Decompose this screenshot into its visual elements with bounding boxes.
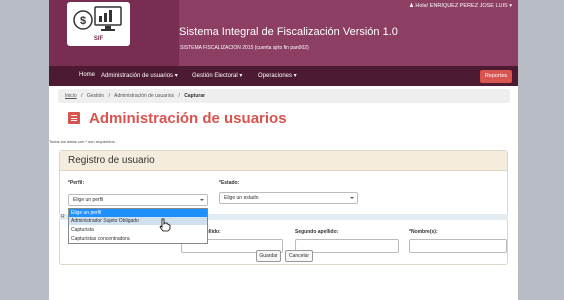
perfil-dropdown-list: Elige un perfil Administrador Sujeto Obl… [68, 208, 208, 244]
reportes-button[interactable]: Reportes [480, 70, 512, 83]
guardar-button[interactable]: Guardar [256, 250, 281, 262]
svg-text:$: $ [80, 15, 86, 27]
chevron-down-icon [350, 197, 354, 199]
perfil-select[interactable]: Elige un perfil [68, 194, 208, 206]
perfil-option[interactable]: Capturista [69, 226, 207, 234]
nombres-input[interactable] [409, 239, 507, 253]
panel-header: Registro de usuario [60, 151, 507, 171]
breadcrumb-gestion[interactable]: Gestión [87, 93, 104, 99]
breadcrumb-admin[interactable]: Administración de usuarios [114, 93, 174, 99]
page-title: Administración de usuarios [89, 110, 287, 127]
nombres-label: *Nombre(s): [409, 229, 438, 235]
required-note: Todos los datos con * son requeridos. [49, 139, 116, 144]
estado-select[interactable]: Elige un estado [219, 192, 358, 204]
cancelar-button[interactable]: Cancelar [285, 250, 313, 262]
coin-monitor-icon: $ [73, 6, 122, 31]
sif-logo: $ SIF [67, 2, 130, 46]
breadcrumb-sep: / [108, 93, 110, 99]
breadcrumb-current: Capturar [184, 93, 206, 99]
perfil-label: *Perfil: [68, 180, 85, 186]
nav-admin-usuarios[interactable]: Administración de usuarios ▾ [101, 72, 178, 79]
perfil-option[interactable]: Elige un perfil [69, 209, 207, 217]
perfil-option[interactable]: Capturistas concentradora [69, 235, 207, 243]
breadcrumb-sep: / [178, 93, 180, 99]
perfil-option[interactable]: Administrador Sujeto Obligado [69, 217, 207, 225]
nav-gestion-electoral[interactable]: Gestión Electoral ▾ [192, 72, 242, 79]
user-icon: ♟ [408, 3, 414, 9]
breadcrumb-sep: / [81, 93, 83, 99]
list-icon [68, 112, 80, 124]
breadcrumb: Inicio / Gestión / Administración de usu… [58, 89, 510, 103]
estado-label: *Estado: [219, 180, 240, 186]
logo-text: SIF [93, 36, 104, 42]
hand-cursor-icon [159, 218, 171, 232]
nav-operaciones[interactable]: Operaciones ▾ [258, 72, 297, 79]
header: $ SIF Sistema Integral de Fiscalización … [49, 0, 518, 66]
nav-home[interactable]: Home [79, 72, 95, 78]
system-subtitle: SISTEMA FISCALIZACION 2015 (cuenta sjrto… [180, 45, 309, 51]
user-name: Hola! ENRIQUEZ PEREZ JOSE LUIS ▾ [415, 3, 512, 9]
page: $ SIF Sistema Integral de Fiscalización … [49, 0, 518, 300]
main-nav: Home Administración de usuarios ▾ Gestió… [49, 66, 518, 86]
perfil-select-value: Elige un perfil [73, 197, 104, 203]
estado-select-value: Elige un estado [224, 195, 259, 201]
segundo-apellido-label: Segundo apellido: [295, 229, 339, 235]
divider-text: R [61, 214, 65, 220]
chevron-down-icon [200, 199, 204, 201]
panel-title: Registro de usuario [68, 155, 155, 166]
system-title: Sistema Integral de Fiscalización Versió… [179, 26, 398, 38]
breadcrumb-inicio[interactable]: Inicio [65, 93, 77, 99]
user-menu[interactable]: ♟ Hola! ENRIQUEZ PEREZ JOSE LUIS ▾ [409, 3, 512, 9]
